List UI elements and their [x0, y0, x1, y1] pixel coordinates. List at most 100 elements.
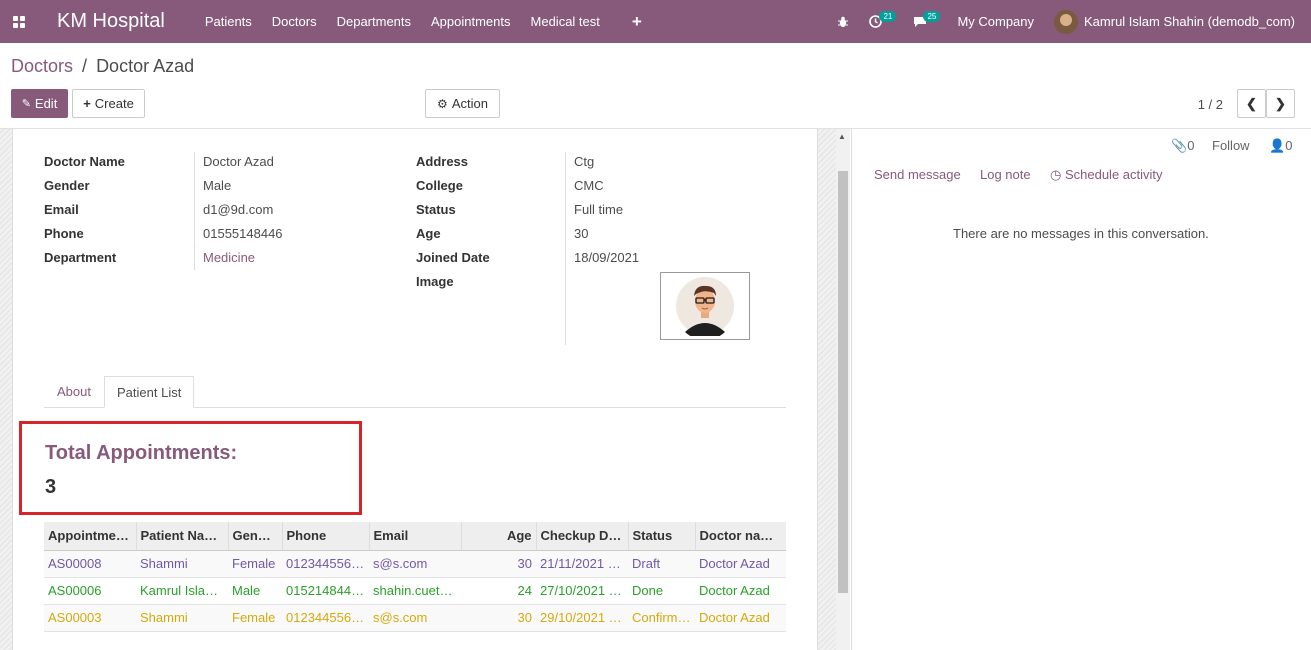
- edit-button[interactable]: ✎ Edit: [11, 89, 68, 118]
- cell-checkup-date: 21/11/2021 …: [536, 550, 628, 578]
- cell-checkup-date: 29/10/2021 …: [536, 604, 628, 632]
- pager-value[interactable]: 1 / 2: [1198, 97, 1223, 112]
- cell-checkup-date: 27/10/2021 …: [536, 577, 628, 605]
- menu-item-patients[interactable]: Patients: [195, 0, 262, 43]
- cell-appointment: AS00003: [44, 604, 136, 632]
- table-row[interactable]: AS00003 Shammi Female 01234455665 s@s.co…: [44, 604, 786, 632]
- column-header-patient-name[interactable]: Patient Na…: [135, 522, 228, 551]
- menu-item-medical-test[interactable]: Medical test: [521, 0, 610, 43]
- field-value-address: Ctg: [574, 154, 595, 169]
- pager-previous-button[interactable]: ❮: [1237, 89, 1266, 118]
- cell-status: Draft: [628, 550, 695, 578]
- create-button[interactable]: + Create: [72, 89, 145, 118]
- followers-count: 0: [1285, 138, 1293, 153]
- user-icon: 👤: [1269, 138, 1286, 153]
- field-label-joined-date: Joined Date: [416, 250, 490, 265]
- menu-item-appointments[interactable]: Appointments: [421, 0, 521, 43]
- doctor-image[interactable]: [660, 272, 750, 340]
- follow-button[interactable]: Follow: [1212, 138, 1250, 153]
- company-switcher[interactable]: My Company: [947, 0, 1044, 43]
- column-header-phone[interactable]: Phone: [281, 522, 369, 551]
- clock-icon: ◷: [1050, 167, 1062, 182]
- column-header-status[interactable]: Status: [627, 522, 695, 551]
- field-label-college: College: [416, 178, 463, 193]
- column-header-checkup-date[interactable]: Checkup D…: [535, 522, 628, 551]
- right-field-divider: [565, 152, 566, 345]
- edit-button-label: Edit: [34, 96, 58, 111]
- field-label-department: Department: [44, 250, 117, 265]
- activity-clock-icon[interactable]: 21: [859, 0, 903, 43]
- scroll-up-arrow-icon[interactable]: ▲: [838, 132, 846, 141]
- user-name: Kamrul Islam Shahin (demodb_com): [1084, 14, 1295, 29]
- cell-status: Confirm…: [628, 604, 695, 632]
- breadcrumb-doctors-link[interactable]: Doctors: [11, 56, 73, 76]
- menu-item-doctors[interactable]: Doctors: [262, 0, 327, 43]
- pencil-icon: ✎: [21, 98, 31, 110]
- cell-doctor-name: Doctor Azad: [695, 550, 786, 578]
- gear-icon: ⚙: [437, 96, 448, 111]
- cell-email: s@s.com: [369, 550, 461, 578]
- breadcrumb-separator: /: [82, 56, 88, 76]
- action-button-label: Action: [451, 96, 488, 111]
- breadcrumb-current: Doctor Azad: [96, 56, 195, 76]
- debug-bug-icon[interactable]: [827, 0, 859, 43]
- menu-add-icon[interactable]: +: [610, 0, 658, 43]
- cell-phone: 01234455665: [282, 550, 369, 578]
- log-note-button[interactable]: Log note: [980, 167, 1031, 182]
- column-header-age[interactable]: Age: [460, 522, 536, 551]
- cell-patient-name: Shammi: [136, 550, 228, 578]
- schedule-activity-label: Schedule activity: [1064, 167, 1163, 182]
- apps-menu-icon[interactable]: [0, 0, 37, 43]
- cell-doctor-name: Doctor Azad: [695, 604, 786, 632]
- app-brand[interactable]: KM Hospital: [57, 10, 165, 33]
- field-label-gender: Gender: [44, 178, 90, 193]
- field-label-address: Address: [416, 154, 469, 169]
- chatter-panel: [851, 129, 1311, 650]
- doctor-avatar-illustration: [676, 277, 734, 336]
- cell-age: 30: [461, 604, 536, 632]
- cell-appointment: AS00006: [44, 577, 136, 605]
- cell-age: 24: [461, 577, 536, 605]
- table-row[interactable]: AS00008 Shammi Female 01234455665 s@s.co…: [44, 550, 786, 578]
- no-messages-text: There are no messages in this conversati…: [953, 226, 1209, 241]
- field-value-college: CMC: [574, 178, 604, 193]
- column-header-appointment[interactable]: Appointme…: [44, 522, 136, 551]
- field-value-department-link[interactable]: Medicine: [203, 250, 255, 265]
- cell-email: s@s.com: [369, 604, 461, 632]
- field-value-status: Full time: [574, 202, 624, 217]
- followers-counter[interactable]: 👤0: [1269, 138, 1292, 154]
- column-header-email[interactable]: Email: [368, 522, 461, 551]
- menu-item-departments[interactable]: Departments: [327, 0, 421, 43]
- top-navbar: KM Hospital Patients Doctors Departments…: [0, 0, 1311, 43]
- cell-appointment: AS00008: [44, 550, 136, 578]
- field-label-age: Age: [416, 226, 441, 241]
- total-appointments-highlight: [19, 421, 362, 515]
- field-label-email: Email: [44, 202, 79, 217]
- user-menu[interactable]: Kamrul Islam Shahin (demodb_com): [1044, 0, 1311, 43]
- messages-chat-icon[interactable]: 25: [903, 0, 947, 43]
- cell-status: Done: [628, 577, 695, 605]
- cell-gender: Male: [228, 577, 282, 605]
- create-button-label: Create: [94, 96, 134, 111]
- main-menu: Patients Doctors Departments Appointment…: [195, 0, 658, 43]
- user-avatar: [1054, 9, 1079, 34]
- column-header-doctor-name[interactable]: Doctor na…: [694, 522, 786, 551]
- form-scrollbar-thumb[interactable]: [838, 171, 848, 593]
- tab-patient-list[interactable]: Patient List: [104, 376, 195, 408]
- pager-next-button[interactable]: ❯: [1266, 89, 1295, 118]
- plus-icon: +: [83, 96, 91, 111]
- cell-phone: 01234455665: [282, 604, 369, 632]
- column-header-gender[interactable]: Gender: [227, 522, 282, 551]
- table-row[interactable]: AS00006 Kamrul Isla… Male 01521484460 sh…: [44, 577, 786, 605]
- left-field-divider: [194, 152, 195, 270]
- total-appointments-label: Total Appointments:: [45, 442, 238, 464]
- tab-about[interactable]: About: [45, 376, 103, 408]
- message-count-badge: 25: [923, 11, 941, 22]
- table-header-row: Appointme… Patient Na… Gender Phone Emai…: [44, 522, 786, 551]
- schedule-activity-button[interactable]: ◷ Schedule activity: [1050, 167, 1163, 183]
- field-label-status: Status: [416, 202, 456, 217]
- chevron-left-icon: ❮: [1246, 95, 1257, 111]
- attachments-counter[interactable]: 📎0: [1171, 138, 1194, 154]
- action-button[interactable]: ⚙ Action: [425, 89, 500, 118]
- send-message-button[interactable]: Send message: [874, 167, 961, 182]
